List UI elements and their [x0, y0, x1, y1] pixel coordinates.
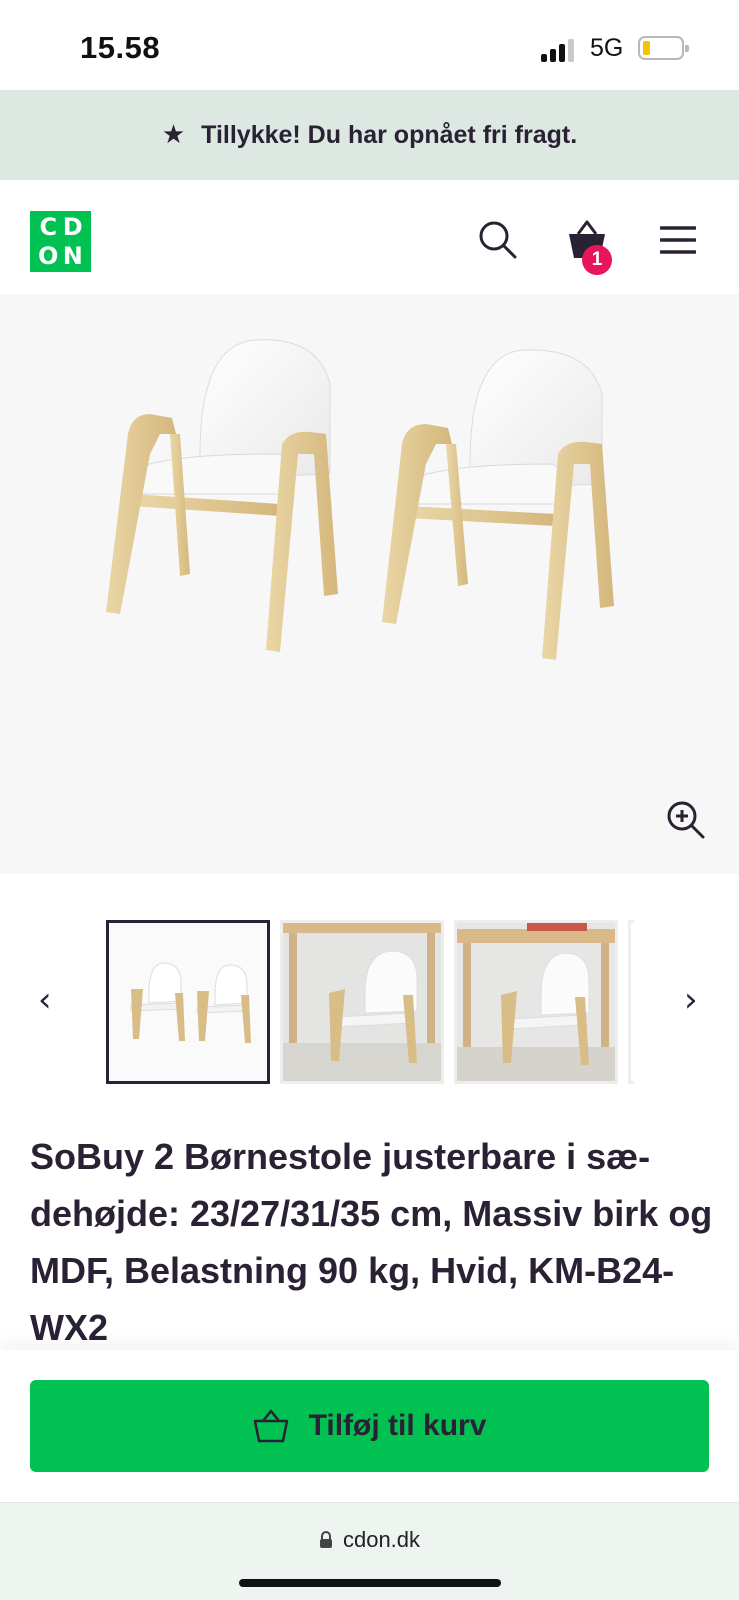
home-indicator	[239, 1579, 501, 1587]
url-domain: cdon.dk	[342, 1527, 421, 1552]
free-shipping-banner: ★ Tillykke! Du har opnået fri fragt.	[0, 90, 739, 180]
status-time: 15.58	[80, 30, 161, 65]
thumbnail-image	[283, 923, 441, 1081]
cart-count-badge: 1	[582, 245, 612, 275]
url-display[interactable]: cdon.dk	[0, 1527, 739, 1553]
chevron-right-icon[interactable]: ›	[684, 980, 698, 1020]
product-title: SoBuy 2 Børnestole justerbare i sæ-dehøj…	[30, 1136, 713, 1348]
thumbnail-4-partial[interactable]	[628, 920, 634, 1084]
search-icon[interactable]	[478, 220, 518, 260]
chairs-illustration	[106, 339, 614, 660]
site-header: C D O N 1	[0, 180, 739, 294]
zoom-in-icon[interactable]	[666, 800, 706, 840]
chevron-left-icon[interactable]: ‹	[38, 980, 52, 1020]
status-bar: 15.58 5G	[0, 0, 739, 90]
basket-icon	[253, 1409, 288, 1443]
menu-icon[interactable]	[660, 225, 696, 255]
browser-url-bar[interactable]: cdon.dk	[0, 1502, 739, 1600]
battery-icon	[638, 36, 689, 60]
banner-text: Tillykke! Du har opnået fri fragt.	[201, 120, 578, 149]
product-main-image[interactable]	[0, 294, 739, 874]
logo-letter: C	[39, 213, 58, 242]
thumbnail-carousel: ‹ ›	[0, 915, 739, 1085]
add-to-cart-label: Tilføj til kurv	[308, 1409, 487, 1442]
thumbnail-2[interactable]	[280, 920, 444, 1084]
network-type: 5G	[590, 34, 624, 62]
lock-icon	[319, 1531, 332, 1548]
thumbnail-image	[109, 923, 267, 1081]
star-icon: ★	[161, 120, 186, 150]
cdon-logo[interactable]: C D O N	[30, 211, 91, 272]
add-to-cart-bar: Tilføj til kurv	[0, 1350, 739, 1502]
add-to-cart-button[interactable]: Tilføj til kurv	[30, 1380, 709, 1472]
thumbnail-image	[457, 923, 615, 1081]
logo-letter: D	[62, 213, 83, 242]
thumbnail-1[interactable]	[106, 920, 270, 1084]
logo-letter: O	[38, 241, 59, 270]
signal-icon	[541, 38, 577, 62]
thumbnail-3[interactable]	[454, 920, 618, 1084]
logo-letter: N	[62, 241, 83, 270]
